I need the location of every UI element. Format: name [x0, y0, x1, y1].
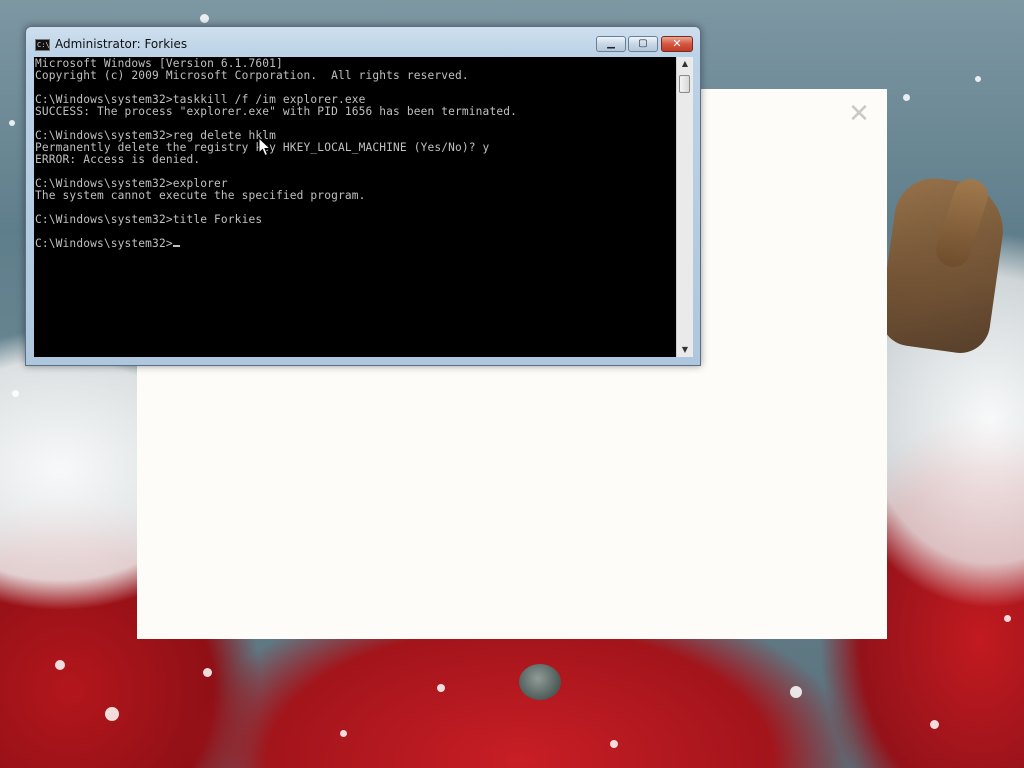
snowflake — [9, 120, 15, 126]
minimize-button[interactable]: ▁ — [596, 36, 626, 52]
snowflake — [203, 668, 212, 677]
scroll-thumb[interactable] — [679, 75, 690, 93]
snowflake — [105, 707, 119, 721]
window-titlebar[interactable]: C:\ Administrator: Forkies ▁ ▢ ✕ — [26, 27, 700, 57]
console-line: SUCCESS: The process "explorer.exe" with… — [35, 105, 517, 118]
cmd-icon: C:\ — [35, 39, 50, 51]
snowflake — [930, 720, 939, 729]
snowflake — [12, 390, 19, 397]
snowflake — [200, 14, 209, 23]
snowflake — [1004, 615, 1011, 622]
command-prompt-window: C:\ Administrator: Forkies ▁ ▢ ✕ Microso… — [25, 26, 701, 366]
chevron-up-icon[interactable]: ▲ — [677, 57, 693, 71]
console-line: Copyright (c) 2009 Microsoft Corporation… — [35, 69, 469, 82]
snowflake — [437, 684, 445, 692]
snowflake — [340, 730, 347, 737]
snowflake — [790, 686, 802, 698]
close-button[interactable]: ✕ — [661, 36, 693, 52]
console-prompt[interactable]: C:\Windows\system32> — [35, 237, 173, 250]
glove-decoration — [876, 173, 1010, 357]
snowflake — [55, 660, 65, 670]
pane-close-icon[interactable]: ✕ — [847, 100, 871, 128]
window-title: Administrator: Forkies — [55, 37, 188, 51]
console-line: C:\Windows\system32>title Forkies — [35, 213, 263, 226]
console-text: Microsoft Windows [Version 6.1.7601] Cop… — [34, 57, 676, 250]
snowflake — [610, 740, 618, 748]
snowflake — [975, 76, 981, 82]
chevron-down-icon[interactable]: ▼ — [677, 343, 693, 357]
text-cursor — [172, 245, 180, 247]
mouse-pointer-icon — [258, 137, 272, 157]
console-line: ERROR: Access is denied. — [35, 153, 201, 166]
vertical-scrollbar[interactable]: ▲ ▼ — [676, 57, 693, 357]
maximize-button[interactable]: ▢ — [628, 36, 658, 52]
snowflake — [903, 94, 910, 101]
console-line: The system cannot execute the specified … — [35, 189, 366, 202]
coat-button — [519, 664, 561, 700]
console-output[interactable]: Microsoft Windows [Version 6.1.7601] Cop… — [34, 57, 676, 357]
